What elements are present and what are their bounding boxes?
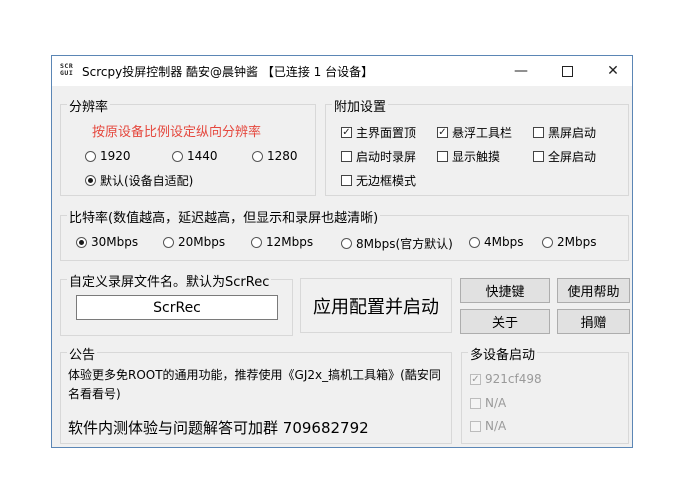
app-icon: SCR GUI: [60, 62, 74, 77]
radio-icon: [469, 236, 480, 248]
donate-button[interactable]: 捐赠: [557, 309, 630, 334]
bitrate-option-4[interactable]: 4Mbps: [469, 235, 523, 249]
checkbox-icon: [437, 151, 448, 162]
window-title: Scrcpy投屏控制器 酷安@晨钟酱 【已连接 1 台设备】: [82, 65, 374, 79]
main-window: SCR GUI Scrcpy投屏控制器 酷安@晨钟酱 【已连接 1 台设备】 — …: [51, 55, 633, 448]
maximize-button[interactable]: [544, 56, 590, 86]
record-label: 自定义录屏文件名。默认为ScrRec: [67, 271, 272, 290]
checkbox-icon: [533, 151, 544, 162]
device-checkbox-3[interactable]: N/A: [470, 419, 506, 433]
checkbox-record-on-start[interactable]: 启动时录屏: [341, 148, 416, 165]
checkbox-show-touches[interactable]: 显示触摸: [437, 148, 500, 165]
extras-label: 附加设置: [332, 96, 389, 115]
close-button[interactable]: ✕: [590, 56, 636, 86]
notice-label: 公告: [67, 344, 98, 363]
bitrate-label: 比特率(数值越高，延迟越高，但显示和录屏也越清晰): [67, 207, 381, 226]
resolution-group: 分辨率 按原设备比例设定纵向分辨率 1920 1440 1280 默认(设备自适…: [60, 96, 316, 196]
checkbox-icon: [341, 175, 352, 186]
resolution-option-1280[interactable]: 1280: [252, 149, 298, 163]
radio-icon: [341, 238, 352, 249]
checkbox-floating-toolbar[interactable]: ✓ 悬浮工具栏: [437, 124, 512, 141]
multi-device-group: 多设备启动 ✓ 921cf498 N/A N/A: [461, 344, 629, 444]
close-icon: ✕: [607, 63, 619, 79]
apply-and-start-button[interactable]: 应用配置并启动: [300, 278, 452, 333]
maximize-icon: [561, 65, 573, 77]
resolution-label: 分辨率: [67, 96, 111, 115]
checkbox-always-on-top[interactable]: ✓ 主界面置顶: [341, 124, 416, 141]
device-checkbox-1[interactable]: ✓ 921cf498: [470, 372, 542, 386]
radio-icon: [251, 236, 262, 248]
checkbox-icon: [470, 397, 481, 409]
radio-icon: [172, 150, 183, 162]
minimize-button[interactable]: —: [498, 56, 544, 86]
minimize-icon: —: [514, 63, 528, 79]
checkbox-fullscreen[interactable]: 全屏启动: [533, 148, 596, 165]
notice-text: 体验更多免ROOT的通用功能，推荐使用《GJ2x_搞机工具箱》(酷安同名看看号): [68, 368, 441, 401]
bitrate-group: 比特率(数值越高，延迟越高，但显示和录屏也越清晰) 30Mbps 20Mbps …: [60, 207, 629, 261]
bitrate-option-8[interactable]: 8Mbps(官方默认): [341, 235, 453, 252]
radio-selected-icon: [76, 236, 87, 248]
resolution-option-default[interactable]: 默认(设备自适配): [85, 172, 193, 189]
radio-icon: [163, 236, 174, 248]
radio-icon: [542, 236, 553, 248]
check-icon: ✓: [437, 127, 448, 138]
checkbox-icon: [533, 127, 544, 138]
checkbox-icon: [341, 151, 352, 162]
shortcuts-button[interactable]: 快捷键: [460, 278, 550, 303]
check-icon: ✓: [341, 127, 352, 138]
bitrate-option-20[interactable]: 20Mbps: [163, 235, 225, 249]
checkbox-borderless[interactable]: 无边框模式: [341, 172, 416, 189]
bitrate-option-2[interactable]: 2Mbps: [542, 235, 596, 249]
resolution-option-1920[interactable]: 1920: [85, 149, 131, 163]
bitrate-option-12[interactable]: 12Mbps: [251, 235, 313, 249]
resolution-hint: 按原设备比例设定纵向分辨率: [92, 125, 262, 140]
multi-device-label: 多设备启动: [468, 344, 538, 363]
about-button[interactable]: 关于: [460, 309, 550, 334]
record-filename-input[interactable]: ScrRec: [76, 295, 278, 320]
extras-group: 附加设置 ✓ 主界面置顶 ✓ 悬浮工具栏 黑屏启动 启动时录屏 显示触摸 全屏启动 …: [325, 96, 629, 196]
record-group: 自定义录屏文件名。默认为ScrRec ScrRec: [60, 271, 293, 336]
checkbox-icon: [470, 420, 481, 432]
radio-icon: [85, 150, 96, 162]
radio-icon: [252, 150, 263, 162]
title-bar[interactable]: SCR GUI Scrcpy投屏控制器 酷安@晨钟酱 【已连接 1 台设备】 — …: [52, 56, 632, 86]
qq-group-note: 软件内测体验与问题解答可加群 709682792: [68, 419, 369, 437]
check-icon: ✓: [470, 373, 481, 385]
radio-selected-icon: [85, 175, 96, 186]
notice-group: 公告 体验更多免ROOT的通用功能，推荐使用《GJ2x_搞机工具箱》(酷安同名看…: [60, 344, 452, 444]
resolution-option-1440[interactable]: 1440: [172, 149, 218, 163]
checkbox-black-screen[interactable]: 黑屏启动: [533, 124, 596, 141]
help-button[interactable]: 使用帮助: [557, 278, 630, 303]
device-checkbox-2[interactable]: N/A: [470, 396, 506, 410]
bitrate-option-30[interactable]: 30Mbps: [76, 235, 138, 249]
